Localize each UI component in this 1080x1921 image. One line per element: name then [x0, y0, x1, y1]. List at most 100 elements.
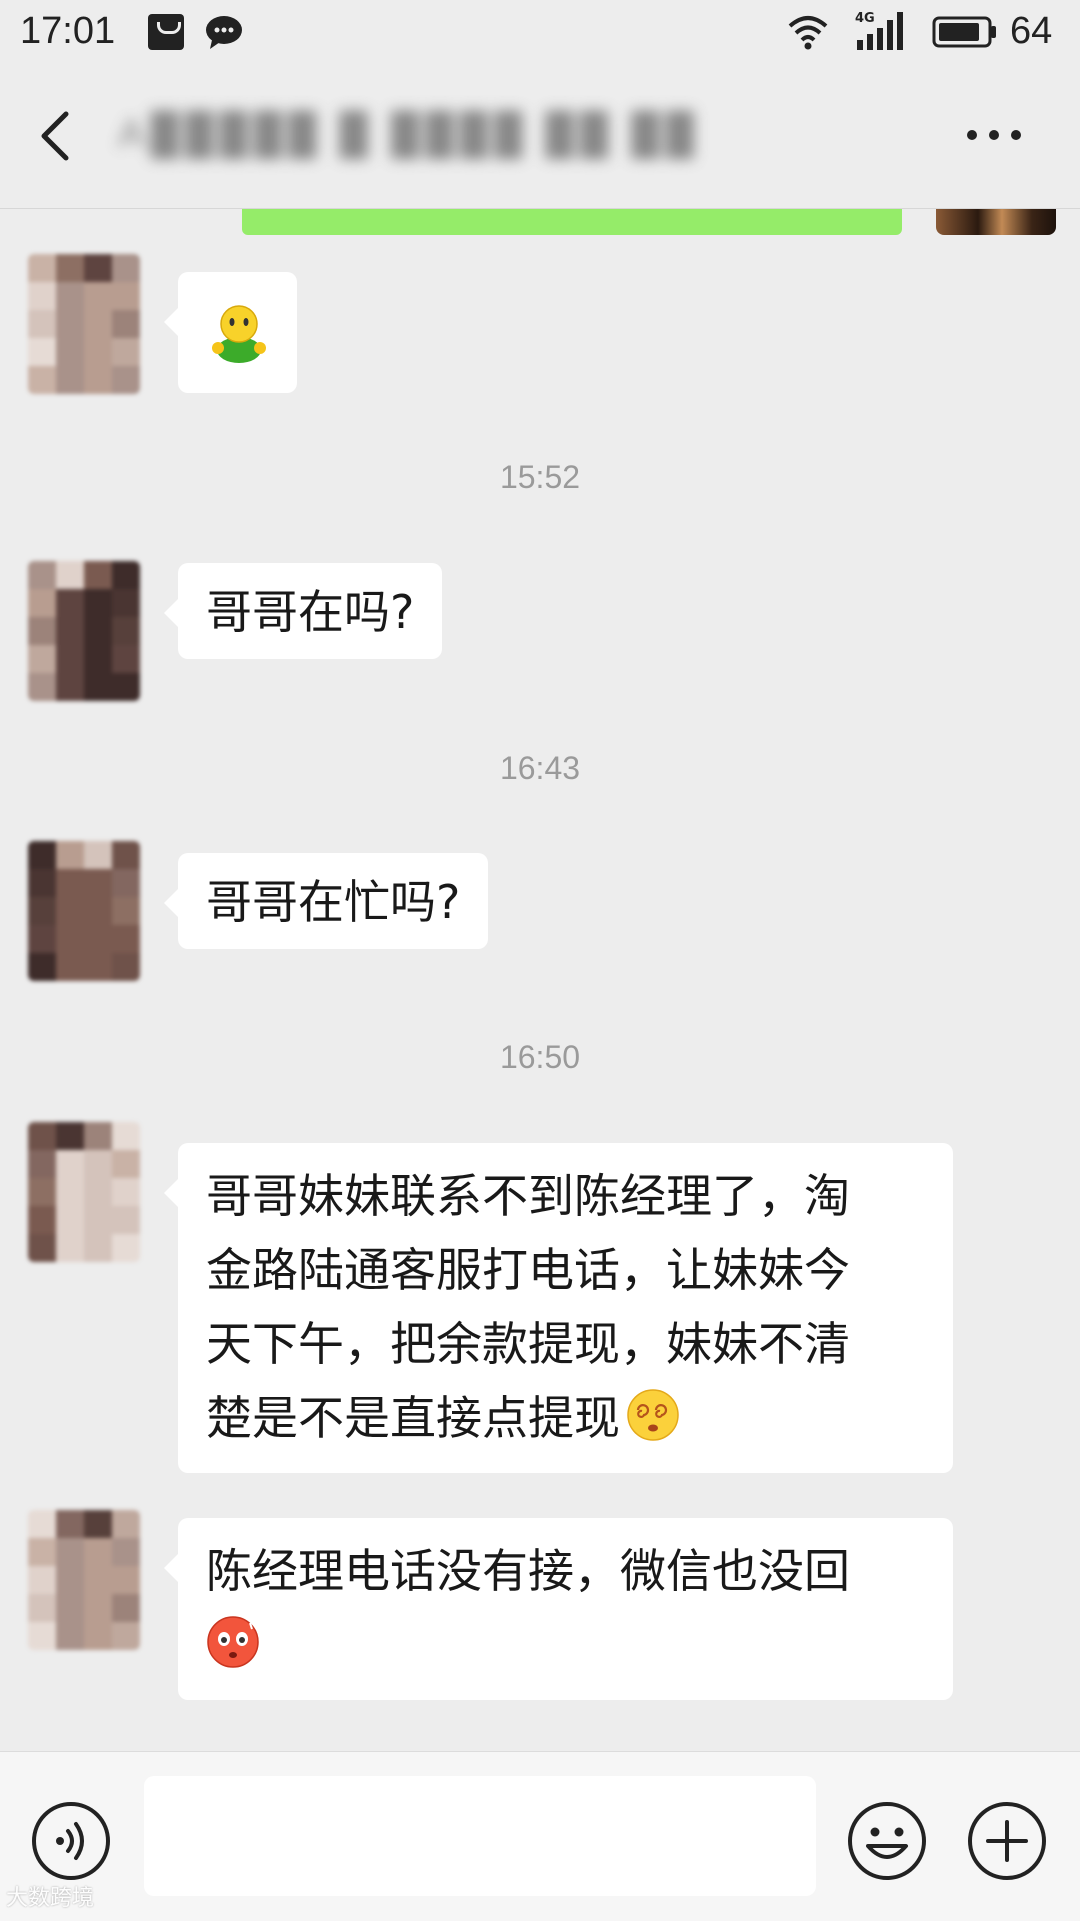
avatar-pixel — [28, 673, 56, 701]
message-text-line — [206, 1608, 925, 1682]
timestamp: 16:50 — [499, 1039, 581, 1075]
avatar-pixel — [112, 1150, 140, 1178]
avatar-pixel — [28, 310, 56, 338]
message-text-line: 天下午，把余款提现，妹妹不清 — [206, 1317, 850, 1371]
avatar-pixel — [84, 1234, 112, 1262]
avatar-pixel — [84, 561, 112, 589]
avatar-pixel — [28, 338, 56, 366]
avatar-pixel — [84, 617, 112, 645]
avatar-pixel — [28, 645, 56, 673]
avatar-pixel — [28, 282, 56, 310]
contact-avatar[interactable] — [28, 1122, 140, 1262]
message-list[interactable]: 15:52 哥哥在吗? 16:43 哥哥在忙吗? 16:50 哥哥妹妹联系不到陈… — [0, 209, 1080, 1751]
bag-icon — [148, 14, 184, 50]
avatar-pixel — [28, 254, 56, 282]
contact-avatar[interactable] — [28, 1510, 140, 1650]
message-input[interactable] — [144, 1776, 816, 1896]
avatar-pixel — [56, 673, 84, 701]
avatar-pixel — [56, 1622, 84, 1650]
message-bubble[interactable]: 哥哥在吗? — [163, 563, 443, 659]
my-avatar[interactable] — [936, 209, 1056, 235]
avatar-pixel — [112, 1178, 140, 1206]
avatar-pixel — [28, 1122, 56, 1150]
avatar-pixel — [112, 1206, 140, 1234]
avatar-pixel — [112, 1122, 140, 1150]
avatar-pixel — [56, 1538, 84, 1566]
avatar-pixel — [84, 953, 112, 981]
avatar-pixel — [28, 897, 56, 925]
avatar-pixel — [84, 282, 112, 310]
avatar-pixel — [112, 282, 140, 310]
message-bubble[interactable]: 哥哥在忙吗? — [163, 853, 489, 949]
avatar-pixel — [28, 925, 56, 953]
avatar-pixel — [28, 561, 56, 589]
message-bubble[interactable] — [164, 272, 297, 393]
voice-icon[interactable] — [30, 1800, 112, 1882]
avatar-pixel — [84, 1566, 112, 1594]
avatar-pixel — [112, 617, 140, 645]
avatar-pixel — [56, 589, 84, 617]
avatar-pixel — [112, 953, 140, 981]
avatar-pixel — [28, 953, 56, 981]
avatar-pixel — [28, 617, 56, 645]
back-arrow-icon[interactable] — [36, 108, 76, 164]
avatar-pixel — [112, 897, 140, 925]
contact-avatar[interactable] — [28, 841, 140, 981]
avatar-pixel — [84, 338, 112, 366]
avatar-pixel — [28, 1594, 56, 1622]
avatar-pixel — [28, 841, 56, 869]
emoji-icon[interactable] — [846, 1800, 928, 1882]
message-text-line: 哥哥妹妹联系不到陈经理了，淘 — [206, 1169, 850, 1223]
signal-icon: 4G — [855, 11, 903, 50]
avatar-pixel — [84, 673, 112, 701]
timestamp: 16:43 — [499, 750, 581, 786]
avatar-pixel — [112, 841, 140, 869]
avatar-pixel — [56, 617, 84, 645]
avatar-pixel — [84, 310, 112, 338]
message-text-line: 金路陆通客服打电话，让妹妹今 — [206, 1243, 850, 1297]
timestamp: 15:52 — [499, 459, 581, 495]
avatar-pixel — [84, 1510, 112, 1538]
outgoing-message-bubble[interactable] — [242, 209, 902, 235]
avatar-pixel — [112, 1234, 140, 1262]
message-text-line: 楚是不是直接点提现 — [206, 1381, 925, 1455]
avatar-pixel — [84, 1594, 112, 1622]
avatar-pixel — [112, 1510, 140, 1538]
avatar-pixel — [28, 869, 56, 897]
contact-avatar[interactable] — [28, 561, 140, 701]
avatar-pixel — [56, 869, 84, 897]
avatar-pixel — [56, 366, 84, 394]
avatar-pixel — [56, 1150, 84, 1178]
avatar-pixel — [112, 589, 140, 617]
status-time: 17:01 — [20, 10, 116, 52]
contact-avatar[interactable] — [28, 254, 140, 394]
avatar-pixel — [84, 1206, 112, 1234]
avatar-pixel — [84, 645, 112, 673]
chat-bubble-icon — [206, 16, 242, 49]
avatar-pixel — [56, 1234, 84, 1262]
wifi-icon — [788, 16, 828, 50]
avatar-pixel — [84, 925, 112, 953]
avatar-pixel — [28, 1206, 56, 1234]
message-bubble[interactable]: 哥哥妹妹联系不到陈经理了，淘 金路陆通客服打电话，让妹妹今 天下午，把余款提现，… — [164, 1143, 953, 1473]
avatar-pixel — [56, 1566, 84, 1594]
avatar-pixel — [112, 645, 140, 673]
avatar-pixel — [112, 1566, 140, 1594]
avatar-pixel — [28, 589, 56, 617]
message-bubble[interactable]: 陈经理电话没有接，微信也没回 — [164, 1518, 953, 1700]
chat-title-blurred: A█████ █ ████ ██ ██ — [118, 112, 700, 156]
plus-icon[interactable] — [966, 1800, 1048, 1882]
avatar-pixel — [84, 869, 112, 897]
watermark: 大数跨境 — [6, 1885, 95, 1910]
avatar-pixel — [56, 1178, 84, 1206]
avatar-pixel — [56, 561, 84, 589]
avatar-pixel — [84, 1150, 112, 1178]
avatar-pixel — [112, 366, 140, 394]
message-text: 哥哥在吗? — [206, 585, 415, 639]
avatar-pixel — [84, 589, 112, 617]
avatar-pixel — [112, 925, 140, 953]
message-text: 哥哥在忙吗? — [206, 875, 461, 929]
status-bar: 17:01 4G 64 — [0, 0, 1080, 64]
more-dots-icon[interactable] — [962, 120, 1026, 150]
avatar-pixel — [112, 310, 140, 338]
